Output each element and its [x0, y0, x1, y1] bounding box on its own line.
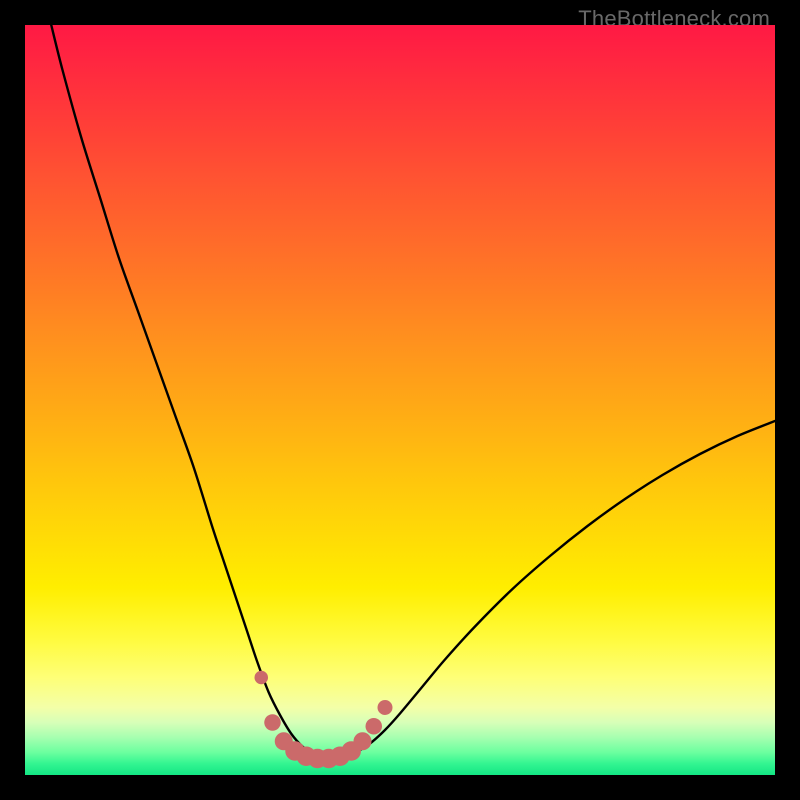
curve-marker — [255, 671, 269, 685]
bottleneck-chart — [25, 25, 775, 775]
gradient-background — [25, 25, 775, 775]
curve-marker — [366, 718, 383, 735]
chart-frame — [25, 25, 775, 775]
curve-marker — [378, 700, 393, 715]
curve-marker — [354, 732, 372, 750]
curve-marker — [264, 714, 281, 731]
